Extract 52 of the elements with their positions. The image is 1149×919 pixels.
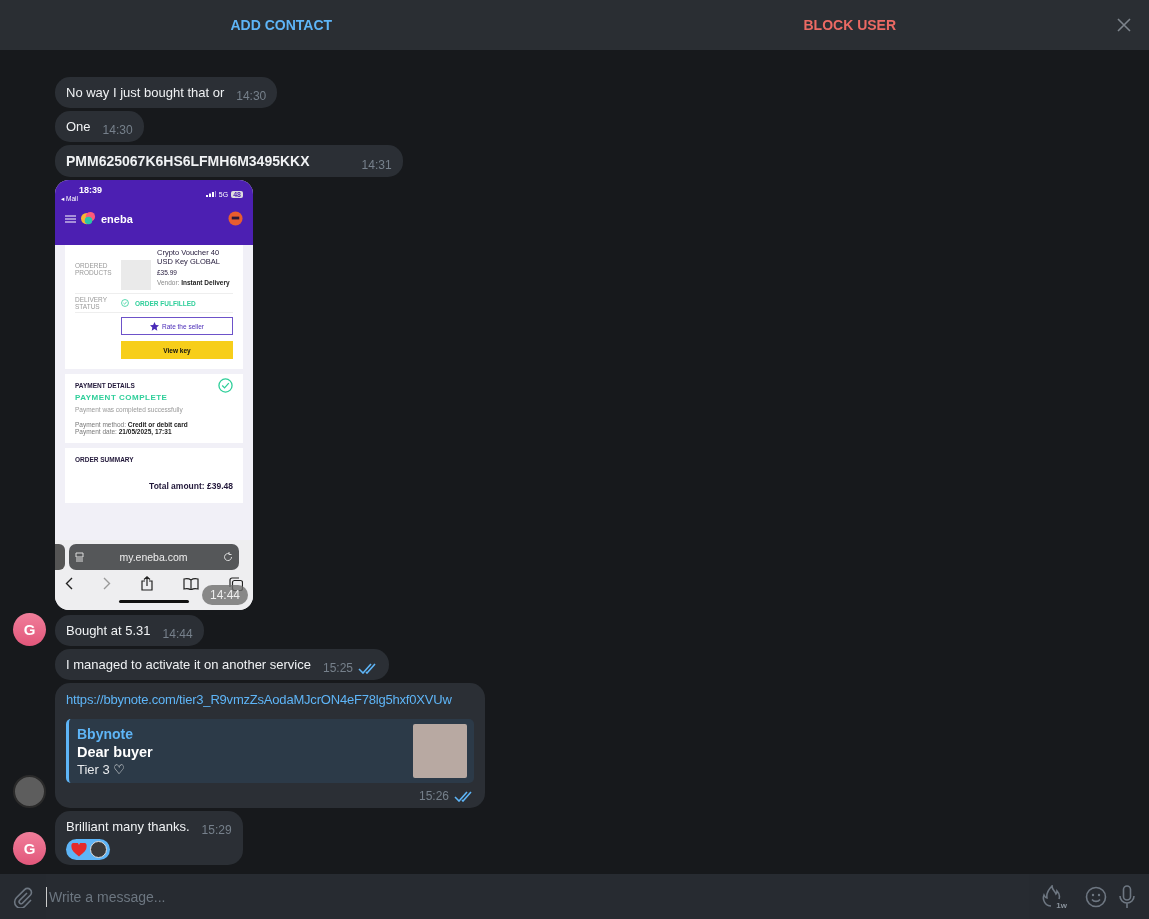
forward-icon xyxy=(103,577,111,590)
photo-placeholder xyxy=(413,724,467,778)
message-input-field[interactable]: Write a message... xyxy=(46,886,1029,907)
header-action-button[interactable]: BLOCK USER xyxy=(793,9,907,41)
header-action-button[interactable]: ADD CONTACT xyxy=(220,9,343,41)
preview-title: Dear buyer xyxy=(77,743,154,760)
timer-label: 1w xyxy=(1056,900,1067,910)
reload-icon xyxy=(223,552,233,562)
share-icon xyxy=(141,576,153,591)
message-text: No way I just bought that or xyxy=(66,85,225,102)
check-circle-icon xyxy=(121,299,129,307)
signal-icon xyxy=(205,191,216,197)
reaction-button[interactable] xyxy=(66,839,110,860)
back-icon xyxy=(65,577,73,590)
message-time: 14:30 xyxy=(102,123,133,137)
book-icon xyxy=(183,577,199,590)
heart-icon xyxy=(71,842,87,857)
payment-status: PAYMENT COMPLETE xyxy=(75,393,169,402)
message-text: PMM625067K6HS6LFMH6M3495KKX xyxy=(66,153,310,171)
message-time: 15:26 xyxy=(418,789,449,803)
avatar-photo-placeholder[interactable] xyxy=(13,775,46,808)
reactor-avatar xyxy=(90,841,107,858)
check-circle-icon xyxy=(218,378,233,393)
microphone-icon[interactable] xyxy=(1119,884,1135,909)
star-icon xyxy=(150,321,160,331)
emoji-icon[interactable] xyxy=(1085,885,1107,908)
message-text: Bought at 5.31 xyxy=(66,623,151,640)
message-text: Brilliant many thanks. xyxy=(66,819,190,836)
url-text: my.eneba.com xyxy=(118,551,189,563)
avatar[interactable]: G xyxy=(13,832,46,865)
logo-icon xyxy=(81,211,96,226)
message-time: 15:25 xyxy=(323,661,353,675)
link-preview[interactable]: Bbynote Dear buyer Tier 3 ♡ xyxy=(66,719,474,783)
message-time: 14:44 xyxy=(162,627,193,641)
browser-tab-edge[interactable] xyxy=(55,544,65,570)
total-amount: Total amount: £39.48 xyxy=(149,481,233,491)
preview-site: Bbynote xyxy=(77,725,134,742)
message-text: I managed to activate it on another service xyxy=(66,657,311,674)
app-name: eneba xyxy=(101,212,133,225)
message-link[interactable]: https://bbynote.com/tier3_R9vmzZsAodaMJcrON4eF78lg5hxf0XVUw xyxy=(66,692,474,707)
phone-screenshot[interactable] xyxy=(55,180,253,610)
message-time: 14:31 xyxy=(361,158,392,172)
timer-button[interactable]: 1w xyxy=(1041,884,1067,909)
message-time: 15:29 xyxy=(201,823,232,837)
message-time: 14:30 xyxy=(236,89,267,103)
preview-description: Tier 3 ♡ xyxy=(77,761,126,777)
phone-clock: 18:39 xyxy=(78,185,103,195)
menu-icon xyxy=(65,214,76,223)
attach-icon[interactable] xyxy=(12,885,34,908)
message-text: One xyxy=(66,119,91,136)
close-icon[interactable] xyxy=(1117,18,1131,32)
page-icon xyxy=(75,552,84,562)
